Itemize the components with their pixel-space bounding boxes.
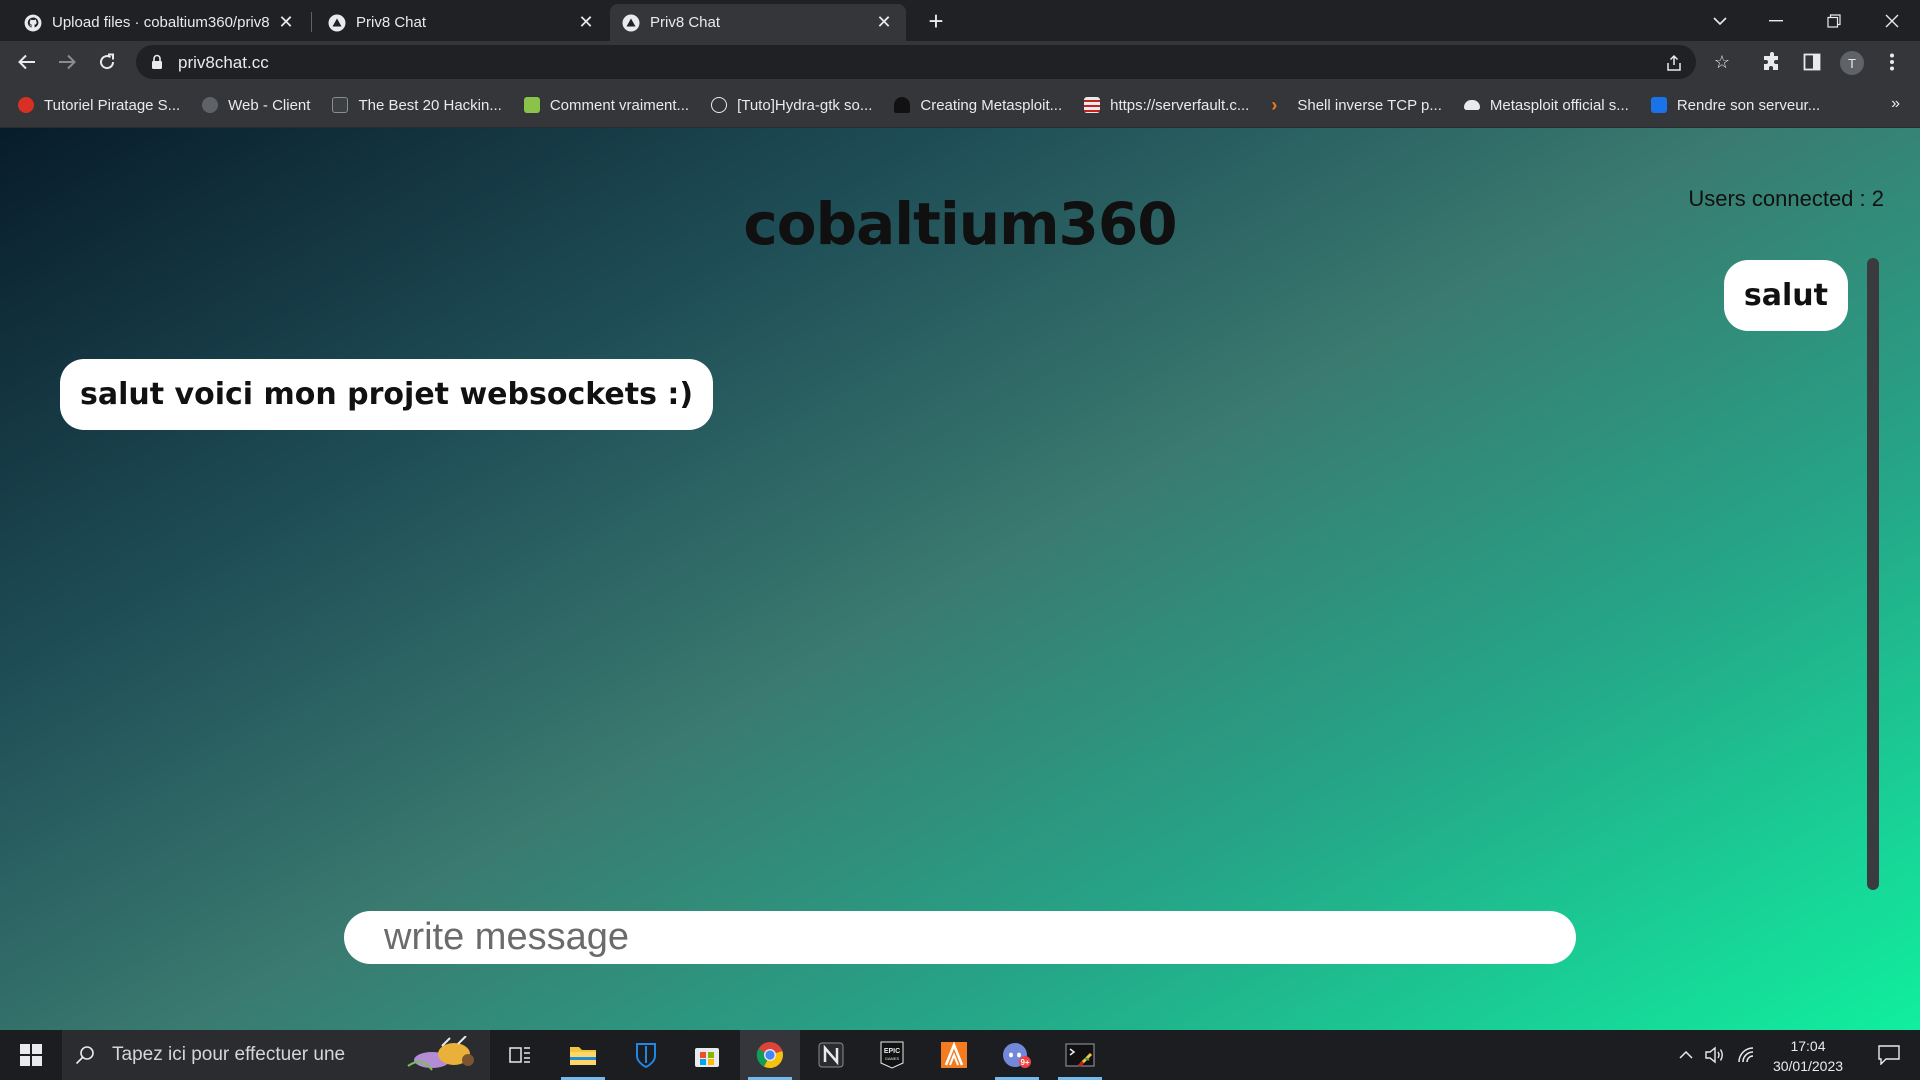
bookmark-item[interactable]: Creating Metasploit... <box>894 97 1062 114</box>
bookmark-label: Tutoriel Piratage S... <box>44 96 181 114</box>
close-icon[interactable]: ✕ <box>276 12 296 33</box>
tab-title: Upload files · cobaltium360/priv8 <box>52 14 270 31</box>
epic-games-icon[interactable]: EPIC GAMES <box>862 1030 922 1080</box>
bookmark-item[interactable]: Metasploit official s... <box>1463 96 1629 114</box>
start-button[interactable] <box>0 1030 62 1080</box>
close-icon[interactable]: ✕ <box>576 12 596 33</box>
minimize-button[interactable] <box>1748 0 1804 41</box>
circle-icon <box>202 97 219 113</box>
bookmark-label: Metasploit official s... <box>1489 96 1629 114</box>
foss-icon <box>332 97 349 113</box>
hacker-icon <box>894 97 911 113</box>
tab-search-icon[interactable] <box>1692 0 1748 41</box>
tab-separator <box>311 12 312 32</box>
microsoft-store-icon[interactable] <box>677 1030 737 1080</box>
chat-page: cobaltium360 Users connected : 2 salut s… <box>0 128 1920 1030</box>
reload-button[interactable] <box>91 46 123 78</box>
notion-icon[interactable] <box>801 1030 861 1080</box>
clock-time: 17:04 <box>1790 1038 1826 1054</box>
side-panel-icon[interactable] <box>1800 50 1824 74</box>
cloud-icon <box>1463 100 1480 110</box>
bookmark-item[interactable]: Tutoriel Piratage S... <box>18 97 180 114</box>
windows-taskbar: Tapez ici pour effectuer une EPIC GAMES 9… <box>0 1030 1920 1080</box>
restore-button[interactable] <box>1806 0 1862 41</box>
new-tab-button[interactable]: + <box>922 8 950 36</box>
bookmark-label: Creating Metasploit... <box>920 96 1063 114</box>
tab-github-upload[interactable]: Upload files · cobaltium360/priv8 ✕ <box>12 4 308 41</box>
svg-text:EPIC: EPIC <box>884 1048 900 1055</box>
caldera-icon[interactable] <box>924 1030 984 1080</box>
svg-text:GAMES: GAMES <box>885 1056 900 1061</box>
tab-priv8-chat-active[interactable]: Priv8 Chat ✕ <box>610 4 906 41</box>
bookmark-item[interactable]: [Tuto]Hydra-gtk so... <box>711 97 872 114</box>
bookmark-label: Shell inverse TCP p... <box>1297 96 1442 114</box>
share-icon[interactable] <box>1664 53 1684 73</box>
tab-priv8-chat[interactable]: Priv8 Chat ✕ <box>316 4 608 41</box>
svg-text:9+: 9+ <box>1020 1058 1029 1067</box>
bookmark-label: Comment vraiment... <box>549 96 690 114</box>
bookmark-label: https://serverfault.c... <box>1110 96 1250 114</box>
search-highlight-icon <box>402 1035 486 1076</box>
clock-date: 30/01/2023 <box>1772 1058 1844 1074</box>
browser-toolbar: priv8chat.cc ☆ T <box>0 41 1920 83</box>
bitwarden-icon[interactable] <box>616 1030 676 1080</box>
terminal-icon[interactable] <box>1050 1030 1110 1080</box>
url-text[interactable]: priv8chat.cc <box>178 53 269 73</box>
chat-message-outgoing: salut <box>1723 260 1848 331</box>
search-placeholder: Tapez ici pour effectuer une <box>112 1044 346 1065</box>
task-view-icon[interactable] <box>490 1030 550 1080</box>
tab-title: Priv8 Chat <box>650 14 721 31</box>
discord-icon[interactable]: 9+ <box>987 1030 1047 1080</box>
serverfault-icon <box>1084 97 1101 113</box>
bookmark-item[interactable]: › Shell inverse TCP p... <box>1271 95 1442 115</box>
messages-scrollbar[interactable] <box>1867 258 1879 890</box>
it-icon <box>1650 97 1667 113</box>
file-explorer-icon[interactable] <box>553 1030 613 1080</box>
lock-icon[interactable] <box>150 54 164 70</box>
chevron-icon: › <box>1271 95 1278 115</box>
forward-button[interactable] <box>51 46 83 78</box>
chat-message-incoming: salut voici mon projet websockets :) <box>60 359 714 430</box>
close-window-button[interactable] <box>1864 0 1920 41</box>
f-icon <box>523 97 540 113</box>
notifications-icon[interactable] <box>1864 1030 1914 1080</box>
star-icon[interactable]: ☆ <box>1712 52 1732 72</box>
system-clock[interactable]: 17:04 30/01/2023 <box>1768 1036 1848 1076</box>
github-icon <box>24 14 42 32</box>
bookmark-item[interactable]: Comment vraiment... <box>523 96 690 114</box>
bookmark-label: Web - Client <box>228 96 311 114</box>
bookmark-label: Rendre son serveur... <box>1676 96 1821 114</box>
extensions-icon[interactable] <box>1760 50 1784 74</box>
triangle-icon <box>622 14 640 32</box>
users-connected: Users connected : 2 <box>1688 186 1884 211</box>
info-icon <box>711 97 728 113</box>
room-title: cobaltium360 <box>743 190 1177 258</box>
profile-avatar[interactable]: T <box>1840 51 1864 75</box>
apple-icon <box>18 97 34 113</box>
chrome-icon[interactable] <box>740 1030 800 1080</box>
triangle-icon <box>328 14 346 32</box>
back-button[interactable] <box>11 46 43 78</box>
browser-titlebar: Upload files · cobaltium360/priv8 ✕ Priv… <box>0 0 1920 41</box>
message-input[interactable] <box>344 911 1576 964</box>
show-hidden-icons-icon[interactable] <box>1672 1030 1700 1080</box>
bookmark-item[interactable]: https://serverfault.c... <box>1084 97 1249 114</box>
bookmarks-bar: Tutoriel Piratage S... Web - Client The … <box>0 83 1920 128</box>
bookmarks-overflow-button[interactable]: » <box>1891 95 1900 113</box>
bookmark-item[interactable]: Rendre son serveur... <box>1650 96 1821 114</box>
address-bar[interactable]: priv8chat.cc <box>136 45 1696 79</box>
bookmark-label: [Tuto]Hydra-gtk so... <box>737 96 873 114</box>
bookmark-item[interactable]: The Best 20 Hackin... <box>332 96 502 114</box>
taskbar-search[interactable]: Tapez ici pour effectuer une <box>62 1030 490 1080</box>
search-icon <box>74 1044 96 1066</box>
tab-title: Priv8 Chat <box>356 14 427 31</box>
bookmark-item[interactable]: Web - Client <box>202 97 310 114</box>
menu-icon[interactable] <box>1880 50 1904 74</box>
wifi-icon[interactable] <box>1732 1030 1762 1080</box>
bookmark-label: The Best 20 Hackin... <box>358 96 502 114</box>
close-icon[interactable]: ✕ <box>874 12 894 33</box>
volume-icon[interactable] <box>1700 1030 1730 1080</box>
